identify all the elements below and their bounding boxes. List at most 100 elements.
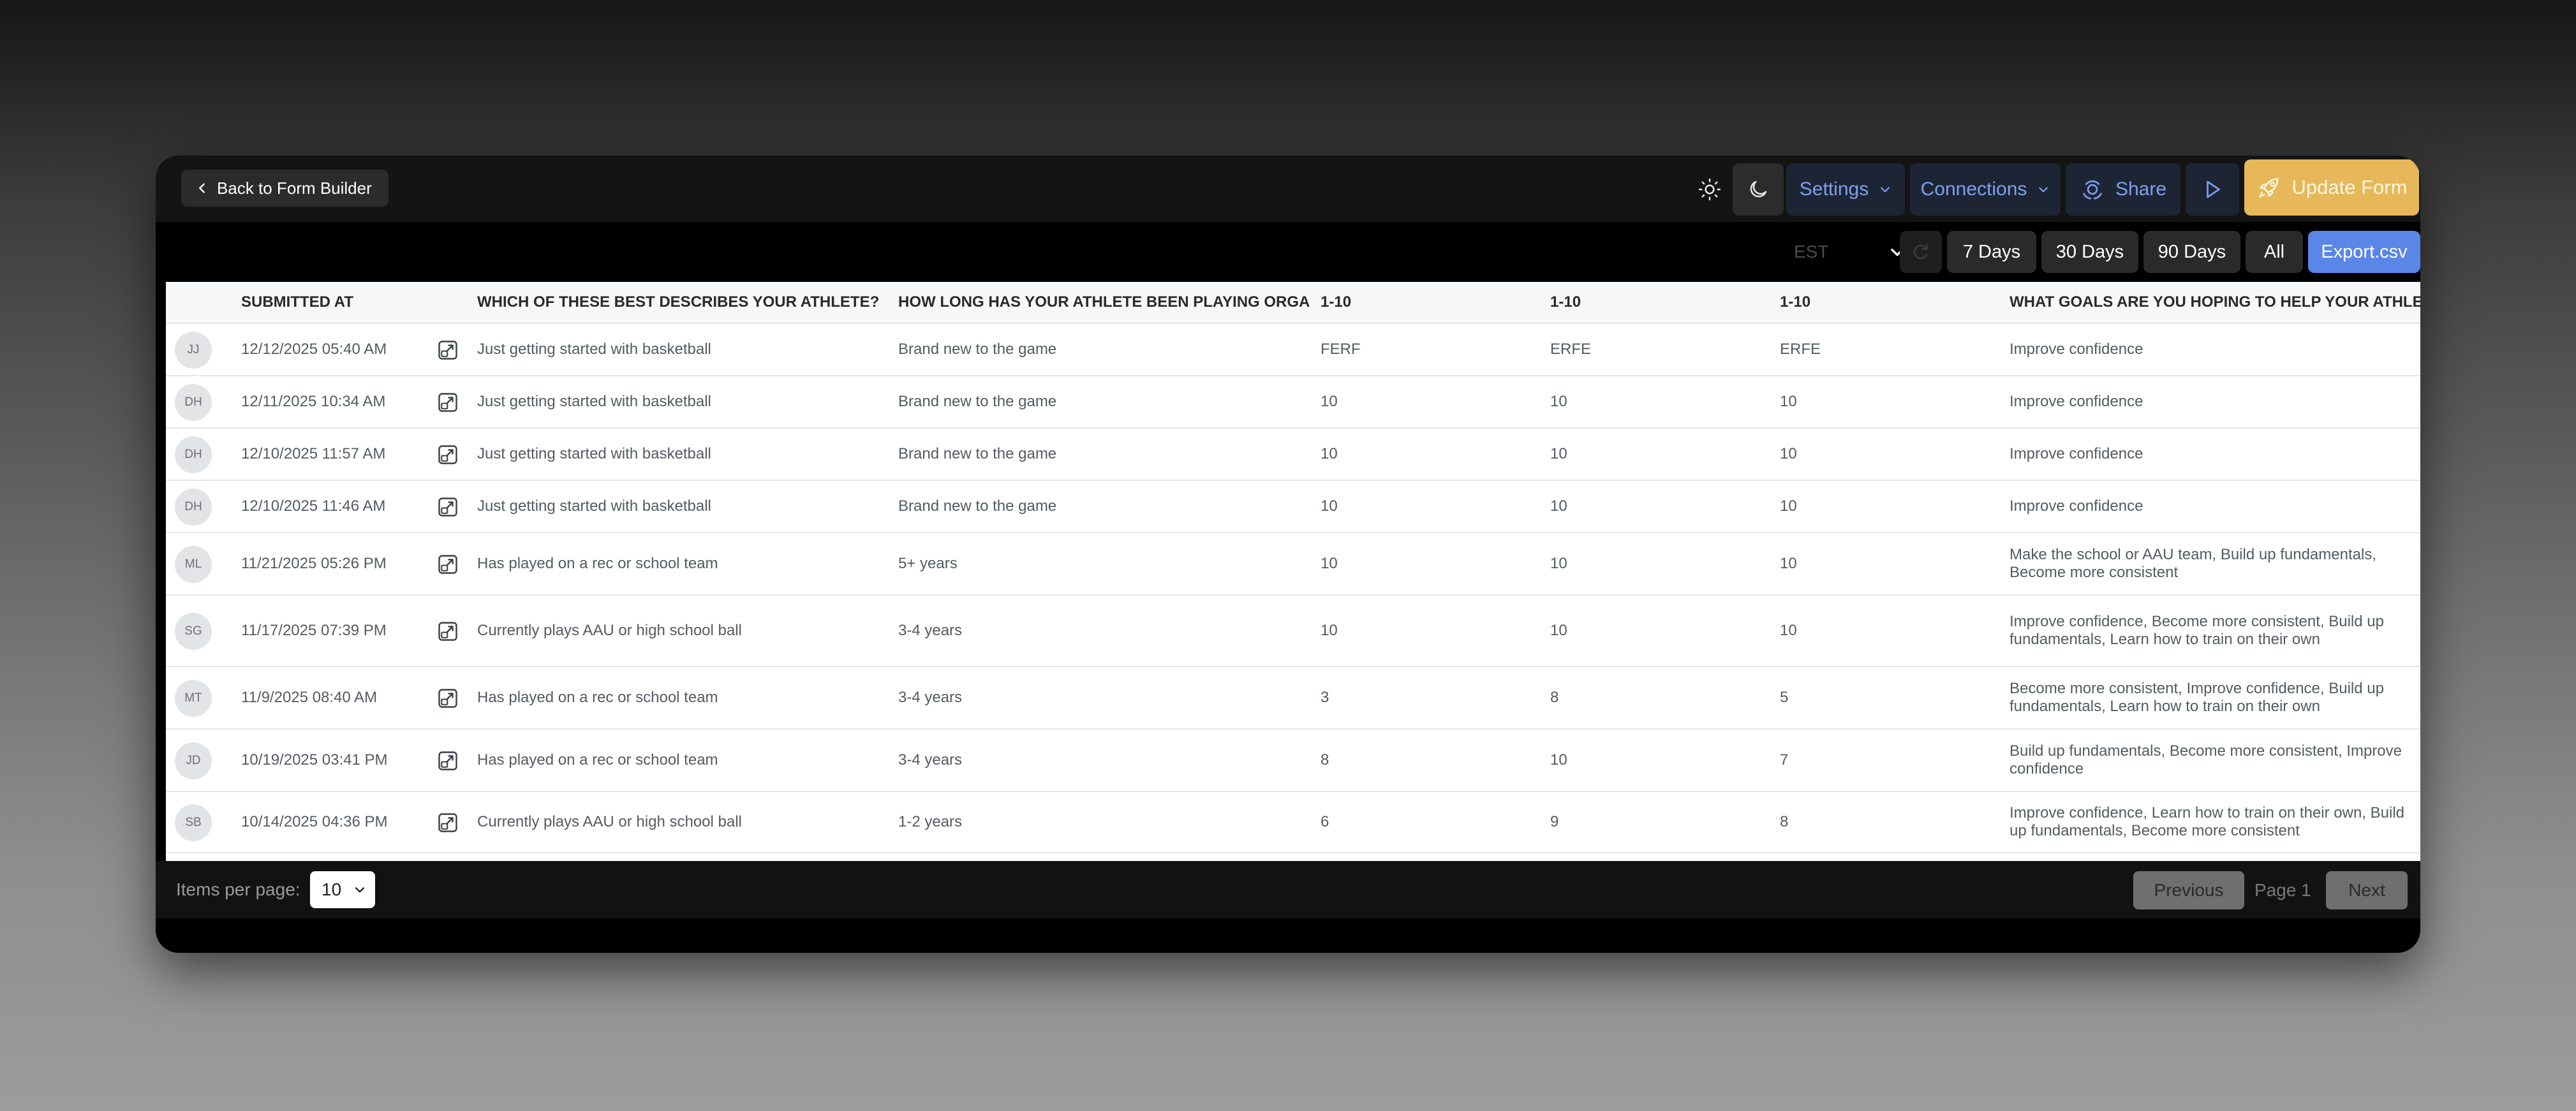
avatar: JJ bbox=[175, 332, 212, 369]
cell-describes-athlete: Currently plays AAU or high school ball bbox=[477, 813, 742, 830]
table-row[interactable]: JD 10/19/2025 03:41 PM Has played on a rec… bbox=[166, 730, 2420, 792]
column-header-goals[interactable]: WHAT GOALS ARE YOU HOPING TO HELP YOUR A… bbox=[2010, 282, 2420, 323]
cell-submitted-at: 12/11/2025 10:34 AM bbox=[241, 393, 386, 410]
column-header-how-long-playing[interactable]: HOW LONG HAS YOUR ATHLETE BEEN PLAYING O… bbox=[898, 282, 1310, 323]
cell-rating-3: ERFE bbox=[1780, 341, 1821, 358]
cell-rating-1: 10 bbox=[1321, 445, 1338, 462]
cell-rating-3: 5 bbox=[1780, 689, 1789, 706]
chevron-down-icon bbox=[1881, 187, 1890, 193]
column-header-describes-athlete[interactable]: WHICH OF THESE BEST DESCRIBES YOUR ATHLE… bbox=[477, 282, 885, 323]
table-row[interactable]: DH 12/10/2025 11:57 AM Just getting starte… bbox=[166, 429, 2420, 481]
cell-describes-athlete: Has played on a rec or school team bbox=[477, 555, 718, 572]
open-submission-icon[interactable] bbox=[436, 620, 459, 643]
cell-submitted-at: 11/17/2025 07:39 PM bbox=[241, 622, 387, 639]
cell-goals: Improve confidence bbox=[2010, 341, 2143, 358]
cell-describes-athlete: Just getting started with basketball bbox=[477, 497, 711, 515]
items-per-page-value: 10 bbox=[322, 879, 342, 899]
settings-dropdown-button[interactable]: Settings bbox=[1786, 163, 1905, 216]
avatar: JD bbox=[175, 742, 212, 779]
table-row[interactable]: SG 11/17/2025 07:39 PM Currently plays AAU… bbox=[166, 596, 2420, 667]
refresh-button[interactable] bbox=[1900, 231, 1942, 273]
range-30-days-button[interactable]: 30 Days bbox=[2041, 231, 2138, 273]
open-submission-icon[interactable] bbox=[436, 553, 459, 576]
table-row[interactable]: ML 11/21/2025 05:26 PM Has played on a rec… bbox=[166, 533, 2420, 596]
cell-submitted-at: 10/14/2025 04:36 PM bbox=[241, 813, 388, 830]
export-csv-button[interactable]: Export.csv bbox=[2308, 231, 2420, 273]
cell-submitted-at: 12/10/2025 11:46 AM bbox=[241, 497, 386, 515]
cell-how-long-playing: Brand new to the game bbox=[898, 445, 1057, 462]
cell-rating-3: 10 bbox=[1780, 393, 1797, 410]
update-form-button[interactable]: Update Form bbox=[2244, 159, 2419, 216]
next-page-button[interactable]: Next bbox=[2326, 871, 2408, 909]
range-7-days-button[interactable]: 7 Days bbox=[1947, 231, 2036, 273]
cell-describes-athlete: Has played on a rec or school team bbox=[477, 751, 718, 769]
table-row[interactable]: MT 11/9/2025 08:40 AM Has played on a rec … bbox=[166, 667, 2420, 730]
cell-rating-1: 10 bbox=[1321, 622, 1338, 639]
back-to-form-builder-button[interactable]: Back to Form Builder bbox=[181, 170, 389, 207]
light-mode-button[interactable] bbox=[1691, 163, 1729, 216]
open-submission-icon[interactable] bbox=[436, 339, 459, 362]
avatar: ML bbox=[175, 546, 212, 583]
cell-how-long-playing: 5+ years bbox=[898, 555, 958, 572]
connections-dropdown-button[interactable]: Connections bbox=[1910, 163, 2061, 216]
cell-how-long-playing: 3-4 years bbox=[898, 751, 963, 769]
moon-icon bbox=[1750, 180, 1767, 198]
cell-goals: Build up fundamentals, Become more consi… bbox=[2010, 742, 2402, 777]
responses-table: SUBMITTED AT WHICH OF THESE BEST DESCRIB… bbox=[166, 282, 2420, 861]
cell-goals: Improve confidence, Become more consiste… bbox=[2010, 613, 2384, 648]
responses-window: Back to Form Builder Settings Connection… bbox=[156, 156, 2420, 953]
cell-rating-3: 8 bbox=[1780, 813, 1789, 830]
table-row[interactable]: SB 10/14/2025 04:36 PM Currently plays AAU… bbox=[166, 792, 2420, 853]
cell-submitted-at: 10/19/2025 03:41 PM bbox=[241, 751, 388, 769]
cell-how-long-playing: 1-2 years bbox=[898, 813, 963, 830]
column-header-rating-2[interactable]: 1-10 bbox=[1550, 282, 1767, 323]
play-icon bbox=[2207, 180, 2220, 198]
open-submission-icon[interactable] bbox=[436, 749, 459, 772]
share-button[interactable]: Share bbox=[2066, 163, 2180, 216]
open-submission-icon[interactable] bbox=[436, 391, 459, 414]
items-per-page-select[interactable]: 10 bbox=[310, 871, 375, 908]
timezone-select[interactable]: EST bbox=[1772, 231, 1913, 273]
cell-rating-2: 9 bbox=[1550, 813, 1559, 830]
cell-how-long-playing: Brand new to the game bbox=[898, 341, 1057, 358]
range-90-days-button[interactable]: 90 Days bbox=[2143, 231, 2240, 273]
range-all-button[interactable]: All bbox=[2246, 231, 2303, 273]
chevron-down-icon bbox=[2039, 187, 2048, 193]
cell-describes-athlete: Has played on a rec or school team bbox=[477, 689, 718, 706]
open-submission-icon[interactable] bbox=[436, 687, 459, 710]
cell-how-long-playing: Brand new to the game bbox=[898, 497, 1057, 515]
column-header-rating-1[interactable]: 1-10 bbox=[1321, 282, 1537, 323]
cell-rating-2: 10 bbox=[1550, 393, 1567, 410]
table-row[interactable]: DH 12/10/2025 11:46 AM Just getting starte… bbox=[166, 481, 2420, 533]
column-header-submitted-at[interactable]: SUBMITTED AT bbox=[241, 282, 420, 323]
table-row[interactable]: JJ 12/12/2025 05:40 AM Just getting starte… bbox=[166, 324, 2420, 376]
cell-goals: Improve confidence, Learn how to train o… bbox=[2010, 804, 2405, 839]
column-header-rating-3[interactable]: 1-10 bbox=[1780, 282, 1997, 323]
cell-rating-3: 10 bbox=[1780, 622, 1797, 639]
cell-how-long-playing: 3-4 years bbox=[898, 689, 963, 706]
current-page-label: Page 1 bbox=[2254, 880, 2311, 900]
share-label: Share bbox=[2115, 179, 2167, 200]
open-submission-icon[interactable] bbox=[436, 443, 459, 466]
previous-page-button[interactable]: Previous bbox=[2133, 871, 2244, 909]
cell-submitted-at: 12/12/2025 05:40 AM bbox=[241, 341, 387, 358]
dark-mode-button[interactable] bbox=[1733, 163, 1784, 216]
cell-goals: Improve confidence bbox=[2010, 445, 2143, 462]
cell-describes-athlete: Just getting started with basketball bbox=[477, 445, 711, 462]
cell-rating-2: ERFE bbox=[1550, 341, 1592, 358]
settings-label: Settings bbox=[1799, 179, 1869, 200]
preview-play-button[interactable] bbox=[2186, 163, 2239, 216]
column-header-open bbox=[421, 282, 472, 323]
cell-goals: Make the school or AAU team, Build up fu… bbox=[2010, 546, 2376, 581]
cell-rating-2: 10 bbox=[1550, 622, 1567, 639]
open-submission-icon[interactable] bbox=[436, 811, 459, 834]
cell-rating-3: 7 bbox=[1780, 751, 1789, 769]
timezone-value: EST bbox=[1794, 242, 1829, 261]
table-row[interactable]: DH 12/11/2025 10:34 AM Just getting starte… bbox=[166, 376, 2420, 429]
back-button-label: Back to Form Builder bbox=[217, 178, 372, 198]
cell-rating-2: 8 bbox=[1550, 689, 1559, 706]
connections-label: Connections bbox=[1920, 179, 2027, 200]
cell-describes-athlete: Just getting started with basketball bbox=[477, 393, 711, 410]
open-submission-icon[interactable] bbox=[436, 496, 459, 519]
cell-submitted-at: 11/9/2025 08:40 AM bbox=[241, 689, 378, 706]
